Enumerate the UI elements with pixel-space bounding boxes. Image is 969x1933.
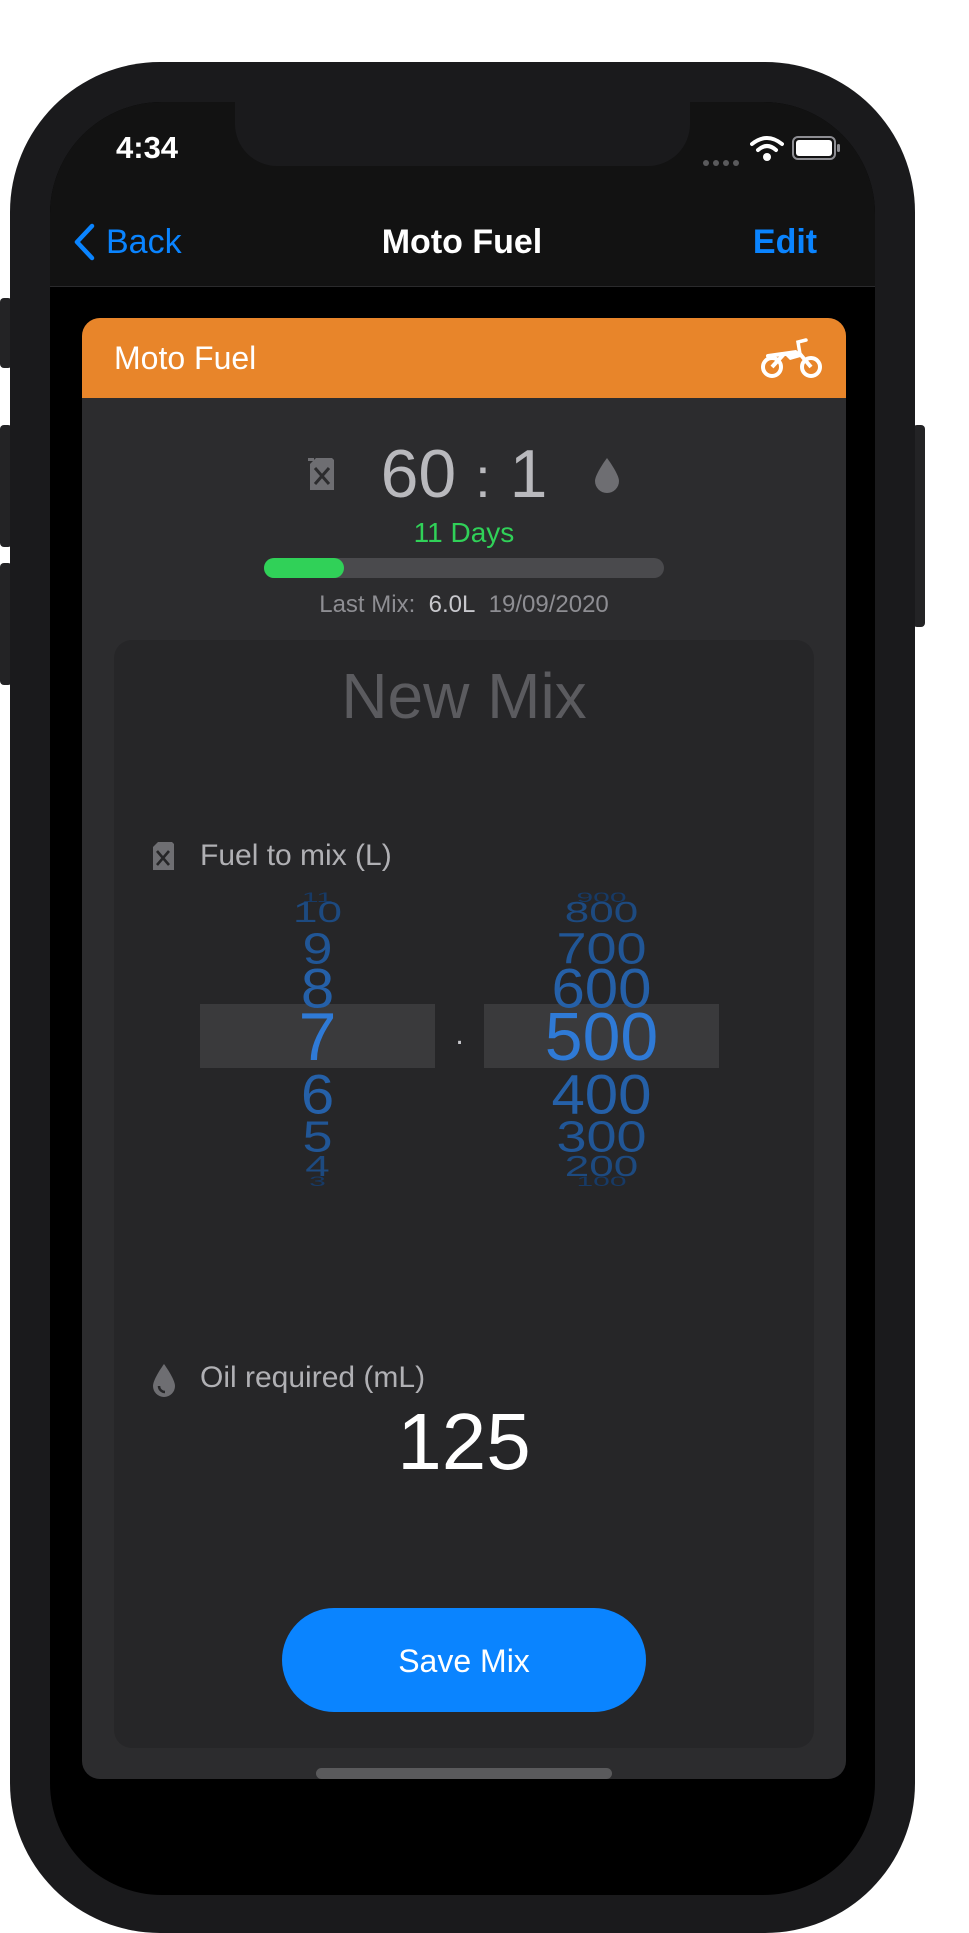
status-time: 4:34 xyxy=(116,130,179,165)
back-button[interactable]: Back xyxy=(72,220,182,264)
fuel-card: Moto Fuel 60: 1 11 Days Last Mix: 6.0L … xyxy=(82,318,846,1779)
liters-option: 5 xyxy=(302,1113,333,1161)
liters-wheel[interactable]: 11 10 9 8 7 6 5 4 3 xyxy=(200,890,435,1190)
mix-ratio: 60 : 1 xyxy=(264,434,664,514)
fuel-can-icon xyxy=(150,840,176,872)
save-mix-button[interactable]: Save Mix xyxy=(282,1608,646,1712)
nav-title: Moto Fuel xyxy=(381,223,543,261)
days-since-mix: 11 Days xyxy=(413,517,515,548)
oil-required-value: 125 xyxy=(397,1397,531,1486)
decimal-separator: . xyxy=(455,1018,464,1051)
last-mix-volume: 6.0L xyxy=(428,591,476,618)
new-mix-title: New Mix xyxy=(341,660,587,732)
battery-icon xyxy=(792,136,842,160)
back-label: Back xyxy=(106,222,182,261)
oil-drop-icon xyxy=(592,456,622,494)
ratio-oil-part: 1 xyxy=(509,436,548,512)
ratio-value: 60 : 1 xyxy=(349,434,579,518)
new-mix-panel: New Mix Fuel to mix (L) 11 10 9 8 7 6 5 … xyxy=(114,640,814,1748)
last-mix-summary: Last Mix: 6.0L 19/09/2020 xyxy=(264,590,664,620)
last-mix-date: 19/09/2020 xyxy=(488,591,609,618)
progress-fill xyxy=(264,558,344,578)
wifi-icon xyxy=(750,134,784,162)
oil-drop-icon xyxy=(150,1362,178,1398)
notch xyxy=(235,102,690,166)
liters-option: 10 xyxy=(293,896,342,929)
fuel-amount-picker[interactable]: 11 10 9 8 7 6 5 4 3 . 900 800 700 600 50… xyxy=(114,890,814,1190)
chevron-left-icon xyxy=(72,223,96,261)
liters-selected: 7 xyxy=(298,999,337,1075)
ml-option: 100 xyxy=(576,1174,627,1190)
ml-wheel[interactable]: 900 800 700 600 500 400 300 200 100 xyxy=(484,890,719,1190)
oil-required-label: Oil required (mL) xyxy=(200,1361,426,1394)
ml-option: 400 xyxy=(551,1063,652,1126)
card-title: Moto Fuel xyxy=(114,340,257,376)
motorbike-icon xyxy=(760,336,824,380)
liters-option: 6 xyxy=(300,1063,335,1126)
ml-selected: 500 xyxy=(544,999,659,1075)
navigation-bar: 4:34 Back Moto Fuel Edit xyxy=(50,102,875,287)
fuel-can-icon xyxy=(306,456,336,492)
ml-option: 300 xyxy=(556,1113,647,1161)
liters-option: 3 xyxy=(309,1174,326,1190)
fuel-to-mix-label: Fuel to mix (L) xyxy=(200,839,392,872)
ml-option: 800 xyxy=(564,896,639,929)
screen: 4:34 Back Moto Fuel Edit Moto Fuel 60: … xyxy=(50,102,875,1895)
last-mix-label: Last Mix: xyxy=(319,591,416,618)
signal-icon xyxy=(702,154,742,166)
ratio-fuel-part: 60 xyxy=(380,436,457,512)
card-header: Moto Fuel xyxy=(82,318,846,398)
edit-button[interactable]: Edit xyxy=(735,220,835,264)
home-indicator[interactable] xyxy=(316,1768,612,1779)
ratio-separator: : xyxy=(475,446,491,509)
freshness-progress xyxy=(264,558,664,578)
